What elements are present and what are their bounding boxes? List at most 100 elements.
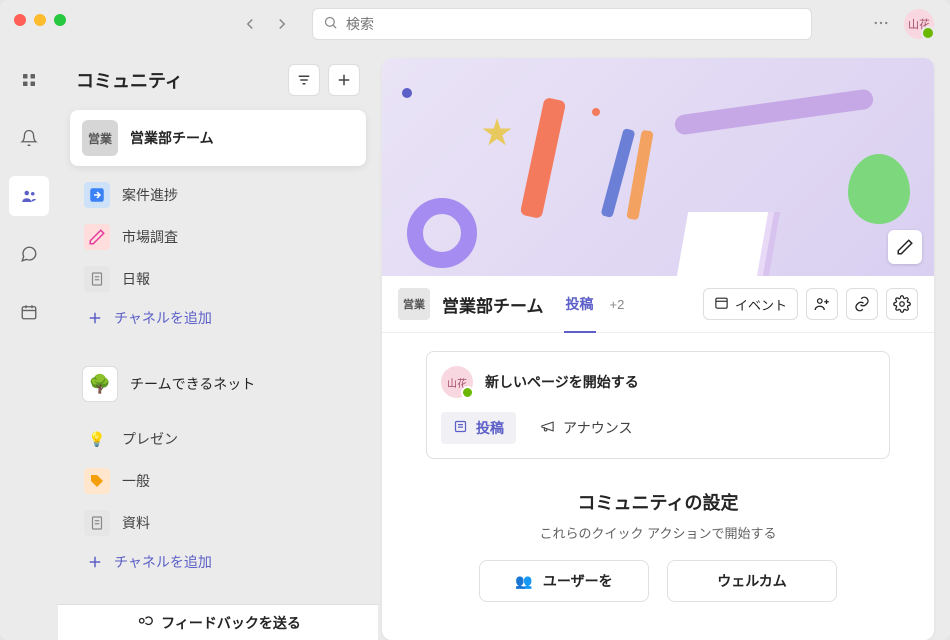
decor-ring bbox=[407, 198, 477, 268]
tab-more[interactable]: +2 bbox=[610, 297, 625, 312]
calendar-icon bbox=[714, 295, 729, 313]
channel-item[interactable]: 日報 bbox=[70, 258, 366, 300]
user-avatar[interactable]: 山花 bbox=[904, 9, 934, 39]
tabs: 投稿 +2 bbox=[564, 288, 625, 320]
compose-announce-button[interactable]: アナウンス bbox=[528, 412, 644, 444]
content-title: 営業部チーム bbox=[442, 292, 544, 317]
arrow-icon bbox=[84, 182, 110, 208]
close-window[interactable] bbox=[14, 14, 26, 26]
bulb-icon: 💡 bbox=[84, 426, 110, 452]
channel-list: 案件進捗 市場調査 日報 チャネルを追加 bbox=[70, 174, 366, 336]
feedback-label: フィードバックを送る bbox=[161, 613, 301, 633]
add-channel-button[interactable]: チャネルを追加 bbox=[70, 544, 366, 580]
settings-title: コミュニティの設定 bbox=[426, 489, 890, 515]
pencil-icon bbox=[84, 224, 110, 250]
panel-header: コミュニティ bbox=[70, 64, 366, 96]
community-item-sales[interactable]: 営業 営業部チーム bbox=[70, 110, 366, 166]
top-actions: 山花 bbox=[868, 9, 934, 39]
rail-notifications[interactable] bbox=[9, 118, 49, 158]
quick-cards: 👥 ユーザーを ウェルカム bbox=[426, 560, 890, 602]
composer-avatar: 山花 bbox=[441, 366, 473, 398]
content-area: 営業 営業部チーム 投稿 +2 イベント bbox=[378, 48, 950, 640]
events-button[interactable]: イベント bbox=[703, 288, 798, 320]
channel-label: 一般 bbox=[122, 471, 150, 491]
tag-icon bbox=[84, 468, 110, 494]
community-label: チームできるネット bbox=[130, 374, 255, 394]
main-area: コミュニティ 営業 営業部チーム 案件進捗 市場調査 bbox=[0, 48, 950, 640]
content-badge: 営業 bbox=[398, 288, 430, 320]
settings-button[interactable] bbox=[886, 288, 918, 320]
add-community-button[interactable] bbox=[328, 64, 360, 96]
channel-item[interactable]: 資料 bbox=[70, 502, 366, 544]
add-channel-label: チャネルを追加 bbox=[114, 308, 212, 328]
search-box[interactable] bbox=[312, 8, 812, 40]
megaphone-icon bbox=[540, 419, 555, 437]
content-body: 山花 新しいページを開始する 投稿 アナウンス bbox=[382, 333, 934, 640]
tree-icon: 🌳 bbox=[82, 366, 118, 402]
channel-item[interactable]: 市場調査 bbox=[70, 216, 366, 258]
channel-label: 市場調査 bbox=[122, 227, 178, 247]
composer-row[interactable]: 山花 新しいページを開始する bbox=[441, 366, 875, 398]
edit-banner-button[interactable] bbox=[888, 230, 922, 264]
tab-post[interactable]: 投稿 bbox=[564, 288, 596, 320]
channel-label: 日報 bbox=[122, 269, 150, 289]
composer: 山花 新しいページを開始する 投稿 アナウンス bbox=[426, 351, 890, 459]
decor-balloon bbox=[848, 154, 910, 224]
content-actions: イベント bbox=[703, 288, 918, 320]
add-channel-button[interactable]: チャネルを追加 bbox=[70, 300, 366, 336]
compose-announce-label: アナウンス bbox=[563, 418, 632, 438]
filter-button[interactable] bbox=[288, 64, 320, 96]
decor-dot bbox=[402, 88, 412, 98]
rail-calendar[interactable] bbox=[9, 292, 49, 332]
more-menu[interactable] bbox=[868, 10, 894, 39]
channel-item[interactable]: 案件進捗 bbox=[70, 174, 366, 216]
sidebar-panel: コミュニティ 営業 営業部チーム 案件進捗 市場調査 bbox=[58, 48, 378, 640]
topbar: 山花 bbox=[0, 0, 950, 48]
compose-post-label: 投稿 bbox=[476, 418, 504, 438]
content-card: 営業 営業部チーム 投稿 +2 イベント bbox=[382, 58, 934, 640]
minimize-window[interactable] bbox=[34, 14, 46, 26]
nav-forward[interactable] bbox=[268, 10, 296, 38]
window-controls bbox=[14, 14, 66, 26]
channel-item[interactable]: 一般 bbox=[70, 460, 366, 502]
channel-label: プレゼン bbox=[122, 429, 178, 449]
nav-arrows bbox=[236, 10, 296, 38]
people-button[interactable] bbox=[806, 288, 838, 320]
quick-card-label: ウェルカム bbox=[717, 571, 787, 591]
channel-item[interactable]: 💡 プレゼン bbox=[70, 418, 366, 460]
channel-label: 案件進捗 bbox=[122, 185, 178, 205]
community-item-team[interactable]: 🌳 チームできるネット bbox=[70, 356, 366, 412]
rail-activity[interactable] bbox=[9, 60, 49, 100]
panel-title: コミュニティ bbox=[76, 67, 183, 93]
feedback-button[interactable]: フィードバックを送る bbox=[58, 604, 378, 640]
rail-communities[interactable] bbox=[9, 176, 49, 216]
quick-card-users[interactable]: 👥 ユーザーを bbox=[479, 560, 649, 602]
maximize-window[interactable] bbox=[54, 14, 66, 26]
compose-post-button[interactable]: 投稿 bbox=[441, 412, 516, 444]
document-icon bbox=[84, 510, 110, 536]
quick-card-welcome[interactable]: ウェルカム bbox=[667, 560, 837, 602]
decor-star bbox=[482, 118, 512, 148]
decor-book bbox=[676, 212, 768, 276]
nav-back[interactable] bbox=[236, 10, 264, 38]
channel-label: 資料 bbox=[122, 513, 150, 533]
events-label: イベント bbox=[735, 295, 787, 314]
channel-list: 💡 プレゼン 一般 資料 チャネルを追加 bbox=[70, 418, 366, 580]
quick-card-label: ユーザーを bbox=[543, 571, 613, 591]
document-icon bbox=[84, 266, 110, 292]
settings-block: コミュニティの設定 これらのクイック アクションで開始する 👥 ユーザーを ウェ… bbox=[426, 489, 890, 602]
decor-ribbon bbox=[674, 88, 875, 136]
search-input[interactable] bbox=[346, 16, 801, 32]
add-channel-label: チャネルを追加 bbox=[114, 552, 212, 572]
content-header: 営業 営業部チーム 投稿 +2 イベント bbox=[382, 276, 934, 333]
search-icon bbox=[323, 15, 338, 33]
app-window: 山花 コミュニティ 営業 営業部チーム bbox=[0, 0, 950, 640]
settings-subtitle: これらのクイック アクションで開始する bbox=[426, 523, 890, 542]
decor-dot bbox=[592, 108, 600, 116]
sidebar-rail bbox=[0, 48, 58, 640]
community-group: 🌳 チームできるネット 💡 プレゼン 一般 資料 bbox=[70, 356, 366, 580]
users-icon: 👥 bbox=[515, 573, 532, 590]
composer-placeholder: 新しいページを開始する bbox=[485, 372, 639, 392]
link-button[interactable] bbox=[846, 288, 878, 320]
rail-chat[interactable] bbox=[9, 234, 49, 274]
